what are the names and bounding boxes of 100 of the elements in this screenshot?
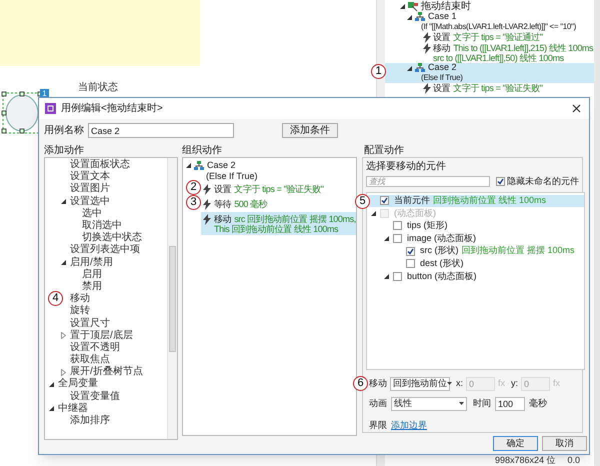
action-verb: 移动	[433, 43, 450, 53]
step-number-badge: 2	[186, 180, 201, 195]
case-name: Case 1	[428, 10, 457, 23]
status-text: 998x786x24 位	[495, 455, 556, 465]
action-detail: src to ([[LVAR1.left]],50) 线性 100ms	[433, 53, 564, 63]
field-label: 用例名称	[44, 124, 84, 138]
caret-icon	[447, 382, 452, 385]
case-row[interactable]: Case 1 (If "[[Math.abs(LVAR1.left-LVAR2.left)]]" <= "10")	[385, 12, 594, 32]
widget-name: image (动态面板)	[407, 232, 476, 245]
checkbox-label: 隐藏未命名的元件	[507, 175, 579, 188]
field-label: y:	[511, 376, 518, 390]
widget-name: tips (矩形)	[407, 219, 448, 232]
dropdown[interactable]: 线性	[391, 396, 467, 410]
action-verb: 设置	[433, 83, 450, 93]
app-icon	[45, 103, 56, 114]
action-verb: 移动	[214, 214, 232, 224]
action-list-item[interactable]: 全局变量	[58, 378, 98, 390]
action-list-item[interactable]: 设置尺寸	[70, 318, 110, 330]
dialog-title: 用例编辑<拖动结束时>	[61, 102, 164, 116]
widget-name: button (动态面板)	[407, 270, 477, 283]
action-detail: 文字于 tips = "验证失败"	[234, 184, 324, 194]
case-condition: (Else If True)	[420, 73, 464, 82]
unit-label: 毫秒	[529, 396, 547, 410]
action-row[interactable]: 等待 500 毫秒	[201, 197, 356, 211]
field-label: 动画	[369, 396, 387, 410]
action-list-item[interactable]: 设置图片	[70, 183, 110, 196]
action-detail: src 回到拖动前位置 摇摆 100ms,	[234, 214, 356, 224]
action-detail: This to ([[LVAR1.left]],215) 线性 100ms,	[453, 43, 596, 53]
case-condition: (Else If True)	[205, 171, 259, 181]
case-icon	[415, 12, 425, 22]
action-list-item[interactable]: 设置面板状态	[70, 159, 130, 172]
action-list-item[interactable]: 选中	[82, 208, 102, 220]
action-list-item[interactable]: 启用	[82, 268, 102, 281]
action-detail: 文字于 tips = "验证失败"	[453, 83, 543, 93]
case-condition: (If "[[Math.abs(LVAR1.left-LVAR2.left)]]" <= "10")	[420, 22, 577, 31]
action-verb: 等待	[214, 198, 232, 208]
action-list-item[interactable]: 禁用	[82, 280, 102, 293]
scrollbar-thumb[interactable]	[169, 246, 176, 352]
action-list-item[interactable]: 设置列表选中项	[70, 244, 140, 256]
step-number-badge: 3	[186, 195, 201, 210]
widget-action-detail: 回到拖动前位置 摇摆 100ms	[462, 244, 575, 258]
case-name: Case 2	[428, 62, 457, 74]
action-list-item[interactable]: 移动	[70, 293, 90, 306]
section-header: 配置动作	[363, 144, 405, 157]
field-label: 移动	[369, 376, 387, 390]
widget-name: dest (形状)	[420, 257, 464, 270]
action-list-item[interactable]: 展开/折叠树节点	[70, 366, 143, 378]
action-list-item[interactable]: 设置文本	[70, 171, 110, 184]
action-list-item[interactable]: 旋转	[70, 305, 90, 318]
caret-icon	[459, 402, 464, 405]
action-list-item[interactable]: 设置变量值	[70, 390, 120, 403]
scrollbar[interactable]	[594, 0, 600, 466]
scrollbar[interactable]	[167, 158, 177, 439]
widget-action-detail: 回到拖动前位置 线性 100ms	[433, 194, 546, 208]
checkbox[interactable]	[496, 177, 505, 186]
action-verb: 设置	[214, 184, 232, 194]
action-list-item[interactable]: 切换选中状态	[82, 232, 142, 244]
expanded-arrow-icon	[400, 4, 405, 9]
action-list-item[interactable]: 获取焦点	[70, 354, 110, 366]
dropdown[interactable]: 回到拖动前位	[390, 376, 450, 390]
prompt-text: 选择要移动的元件	[366, 161, 447, 173]
expanded-arrow-icon	[407, 14, 412, 20]
step-number-badge: 1	[371, 64, 386, 79]
widget-row[interactable]: 当前元件 回到拖动前位置 线性 100ms	[367, 194, 584, 208]
action-list-item[interactable]: 启用/禁用	[70, 256, 113, 269]
case-row[interactable]: Case 2 (Else If True)	[385, 63, 594, 83]
action-list-item[interactable]: 取消选中	[82, 220, 122, 232]
add-bounds-link[interactable]: 添加边界	[391, 418, 427, 432]
action-list-item[interactable]: 置于顶层/底层	[70, 330, 133, 342]
case-icon	[194, 160, 204, 170]
step-number-badge: 6	[353, 376, 368, 390]
action-row[interactable]: 移动 src 回到拖动前位置 摇摆 100ms, This 回到拖动前位置 线性 100ms	[201, 212, 356, 235]
action-list-item[interactable]: 中继器	[58, 402, 88, 415]
field-label: x:	[456, 376, 464, 390]
lightning-icon	[423, 83, 431, 94]
dialog-button[interactable]: 取消	[542, 436, 587, 451]
action-list-item[interactable]: 添加排序	[70, 415, 110, 428]
add-condition-button[interactable]: 添加条件	[282, 123, 338, 138]
action-row[interactable]: 设置 文字于 tips = "验证失败"	[201, 182, 356, 196]
section-header: 组织动作	[182, 144, 223, 157]
checkbox[interactable]	[380, 196, 389, 206]
widget-name: (动态面板)	[394, 206, 436, 220]
case-icon	[415, 63, 425, 73]
action-list-item[interactable]: 设置不透明	[70, 342, 120, 354]
step-number-badge: 4	[48, 291, 63, 306]
search-field[interactable]: 查找	[366, 176, 490, 188]
time-input[interactable]: 100	[495, 396, 525, 410]
status-text: 0.0	[568, 455, 580, 465]
widget-name: src (形状)	[420, 244, 458, 258]
field-label: 时间	[473, 396, 491, 410]
case-name-input[interactable]: Case 2	[88, 123, 234, 138]
action-verb: 设置	[433, 32, 450, 42]
action-detail: 文字于 tips = "验证通过"	[453, 32, 543, 42]
field-label: 界限	[369, 418, 387, 432]
action-list-item[interactable]: 设置选中	[70, 196, 110, 208]
canvas-label: 当前状态	[78, 80, 118, 95]
event-name: 拖动结束时	[421, 0, 471, 12]
action-detail: This 回到拖动前位置 线性 100ms	[214, 224, 338, 234]
dialog-button[interactable]: 确定	[493, 436, 538, 451]
case-name: Case 2	[207, 158, 236, 172]
